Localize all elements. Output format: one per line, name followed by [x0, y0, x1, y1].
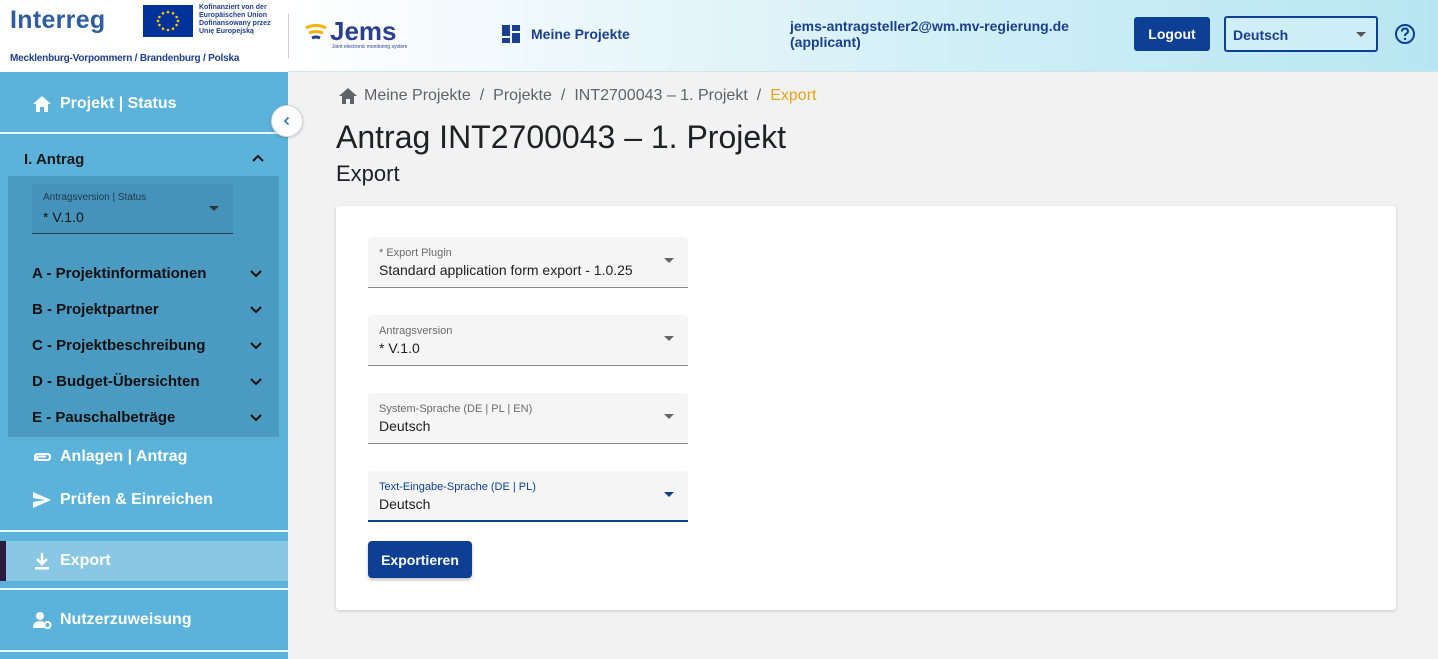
sidebar-item-section-d[interactable]: D - Budget-Übersichten: [32, 373, 264, 390]
sidebar-item-export[interactable]: Export: [0, 541, 288, 581]
export-form-card: * Export Plugin Standard application for…: [336, 206, 1396, 610]
app-header: Interreg Kofinanziert von der Europäisch…: [0, 0, 1438, 72]
user-settings-icon: [33, 612, 52, 629]
chevron-down-icon: [250, 270, 262, 278]
sidebar: Projekt | Status I. Antrag Antragsversio…: [0, 72, 288, 659]
export-plugin-select[interactable]: * Export Plugin Standard application for…: [368, 237, 688, 288]
language-selected: Deutsch: [1233, 27, 1289, 43]
chevron-down-icon: [664, 492, 674, 497]
chevron-down-icon: [250, 342, 262, 350]
language-select[interactable]: Deutsch: [1224, 16, 1378, 52]
eu-flag-icon: [143, 5, 193, 37]
interreg-logo: Interreg: [10, 6, 106, 34]
brand-logos: Interreg Kofinanziert von der Europäisch…: [0, 0, 288, 72]
text-eingabe-sprache-select[interactable]: Text-Eingabe-Sprache (DE | PL) Deutsch: [368, 471, 688, 522]
sidebar-item-nutzerzuweisung[interactable]: Nutzerzuweisung: [32, 610, 272, 630]
attachment-icon: [34, 453, 52, 461]
logout-button[interactable]: Logout: [1134, 17, 1210, 51]
sidebar-item-section-c[interactable]: C - Projektbeschreibung: [32, 337, 264, 354]
home-icon[interactable]: [338, 86, 358, 106]
chevron-left-icon: [283, 116, 290, 126]
sidebar-divider: [0, 132, 288, 134]
system-sprache-select[interactable]: System-Sprache (DE | PL | EN) Deutsch: [368, 393, 688, 444]
nav-meine-projekte[interactable]: Meine Projekte: [501, 24, 630, 44]
chevron-down-icon: [209, 206, 219, 211]
chevron-down-icon: [250, 306, 262, 314]
dashboard-icon: [502, 25, 520, 43]
sidebar-divider: [0, 530, 288, 532]
breadcrumb-projekt[interactable]: INT2700043 – 1. Projekt: [574, 87, 747, 105]
exportieren-button[interactable]: Exportieren: [368, 541, 472, 578]
programme-region: Mecklenburg-Vorpommern / Brandenburg / P…: [10, 53, 240, 64]
home-icon: [33, 96, 51, 112]
antragsversion-select[interactable]: Antragsversion * V.1.0: [368, 315, 688, 366]
page-subtitle: Export: [336, 161, 400, 186]
breadcrumb: Meine Projekte / Projekte / INT2700043 –…: [338, 86, 816, 106]
sidebar-item-section-a[interactable]: A - Projektinformationen: [32, 265, 264, 282]
user-role: (applicant): [790, 34, 861, 50]
sidebar-item-anlagen[interactable]: Anlagen | Antrag: [32, 447, 272, 467]
nav-meine-projekte-label: Meine Projekte: [531, 26, 630, 42]
breadcrumb-current: Export: [770, 87, 817, 104]
send-icon: [33, 492, 51, 508]
download-icon: [35, 553, 49, 570]
antrag-version-select[interactable]: Antragsversion | Status * V.1.0: [32, 184, 233, 234]
help-circle-icon[interactable]: [1394, 23, 1416, 45]
breadcrumb-meine-projekte[interactable]: Meine Projekte: [364, 87, 471, 105]
antrag-section-panel: Antragsversion | Status * V.1.0 A - Proj…: [8, 176, 279, 437]
user-info: jems-antragsteller2@wm.mv-regierung.de (…: [790, 18, 1069, 50]
eu-cofinancing-text: Kofinanziert von der Europäischen Union …: [199, 4, 271, 35]
breadcrumb-projekte[interactable]: Projekte: [493, 87, 552, 105]
jems-mark-icon: [305, 24, 327, 40]
chevron-down-icon: [250, 414, 262, 422]
sidebar-collapse-button[interactable]: [271, 105, 303, 137]
user-email: jems-antragsteller2@wm.mv-regierung.de: [790, 18, 1069, 34]
active-indicator: [0, 541, 6, 581]
chevron-down-icon: [664, 258, 674, 263]
sidebar-divider: [0, 588, 288, 590]
jems-logo: Jems Joint electronic monitoring system: [304, 16, 407, 52]
chevron-down-icon: [664, 414, 674, 419]
sidebar-item-section-b[interactable]: B - Projektpartner: [32, 301, 264, 318]
logo-divider: [288, 14, 289, 58]
sidebar-item-section-e[interactable]: E - Pauschalbeträge: [32, 409, 264, 426]
chevron-down-icon: [1356, 32, 1366, 37]
page-title: Antrag INT2700043 – 1. Projekt: [336, 119, 787, 155]
chevron-down-icon: [250, 378, 262, 386]
chevron-down-icon: [664, 336, 674, 341]
sidebar-item-export-link[interactable]: Export: [32, 551, 272, 571]
sidebar-divider: [0, 650, 288, 652]
chevron-up-icon[interactable]: [250, 150, 266, 166]
sidebar-item-projekt-status[interactable]: Projekt | Status: [32, 94, 272, 114]
sidebar-antrag-title[interactable]: I. Antrag: [24, 151, 84, 168]
sidebar-item-pruefen[interactable]: Prüfen & Einreichen: [32, 490, 272, 510]
